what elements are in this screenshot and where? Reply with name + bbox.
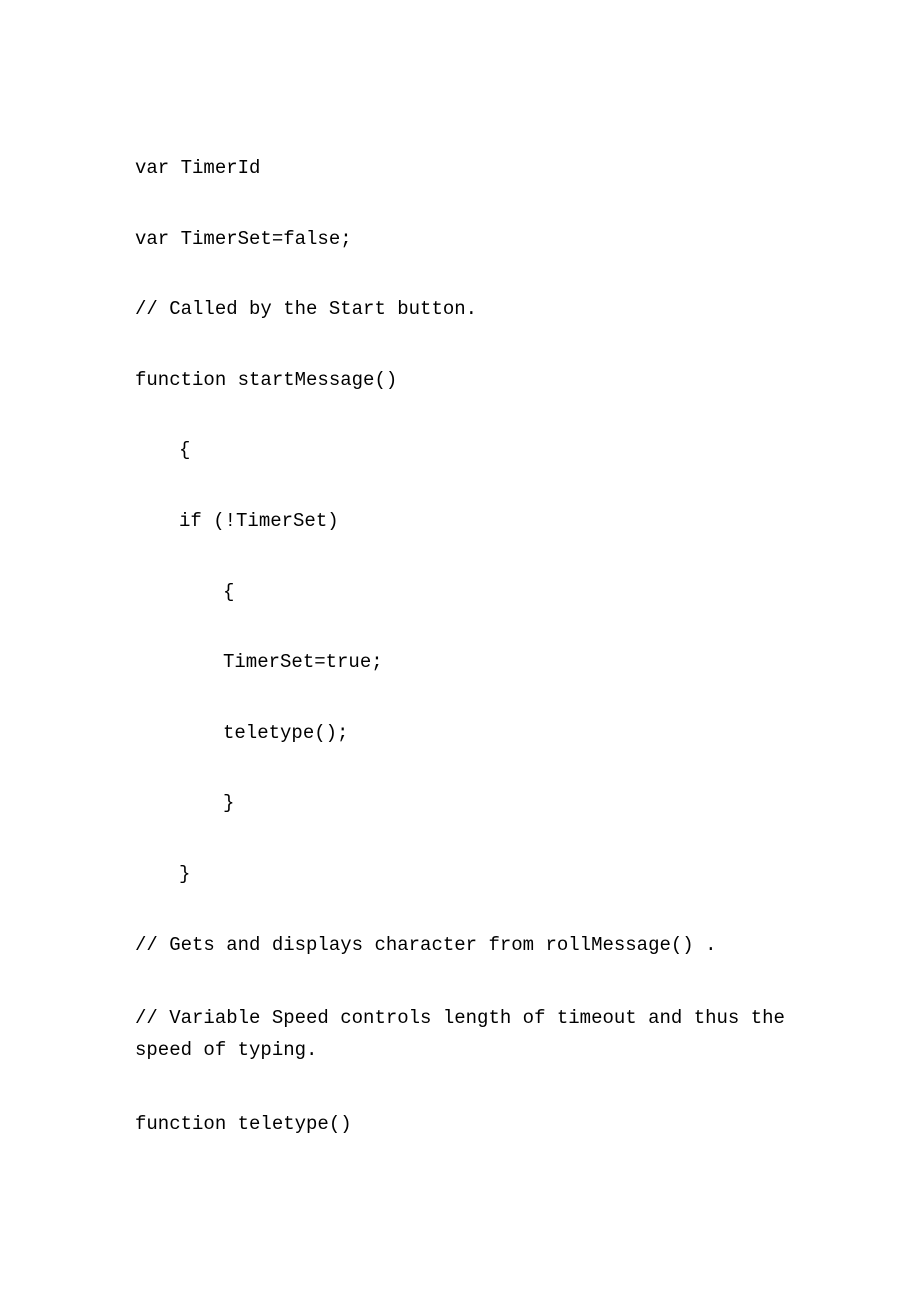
code-line: } [135, 790, 785, 817]
code-line: TimerSet=true; [135, 649, 785, 676]
code-document: var TimerId var TimerSet=false; // Calle… [0, 0, 920, 1241]
code-line: var TimerId [135, 155, 785, 182]
code-line: function teletype() [135, 1111, 785, 1138]
code-line: teletype(); [135, 720, 785, 747]
code-line: } [135, 861, 785, 888]
code-line: function startMessage() [135, 367, 785, 394]
code-comment: // Variable Speed controls length of tim… [135, 1002, 785, 1067]
code-line: if (!TimerSet) [135, 508, 785, 535]
code-comment: // Called by the Start button. [135, 296, 785, 323]
code-line: { [135, 437, 785, 464]
code-line: var TimerSet=false; [135, 226, 785, 253]
code-comment: // Gets and displays character from roll… [135, 932, 785, 959]
code-line: { [135, 579, 785, 606]
